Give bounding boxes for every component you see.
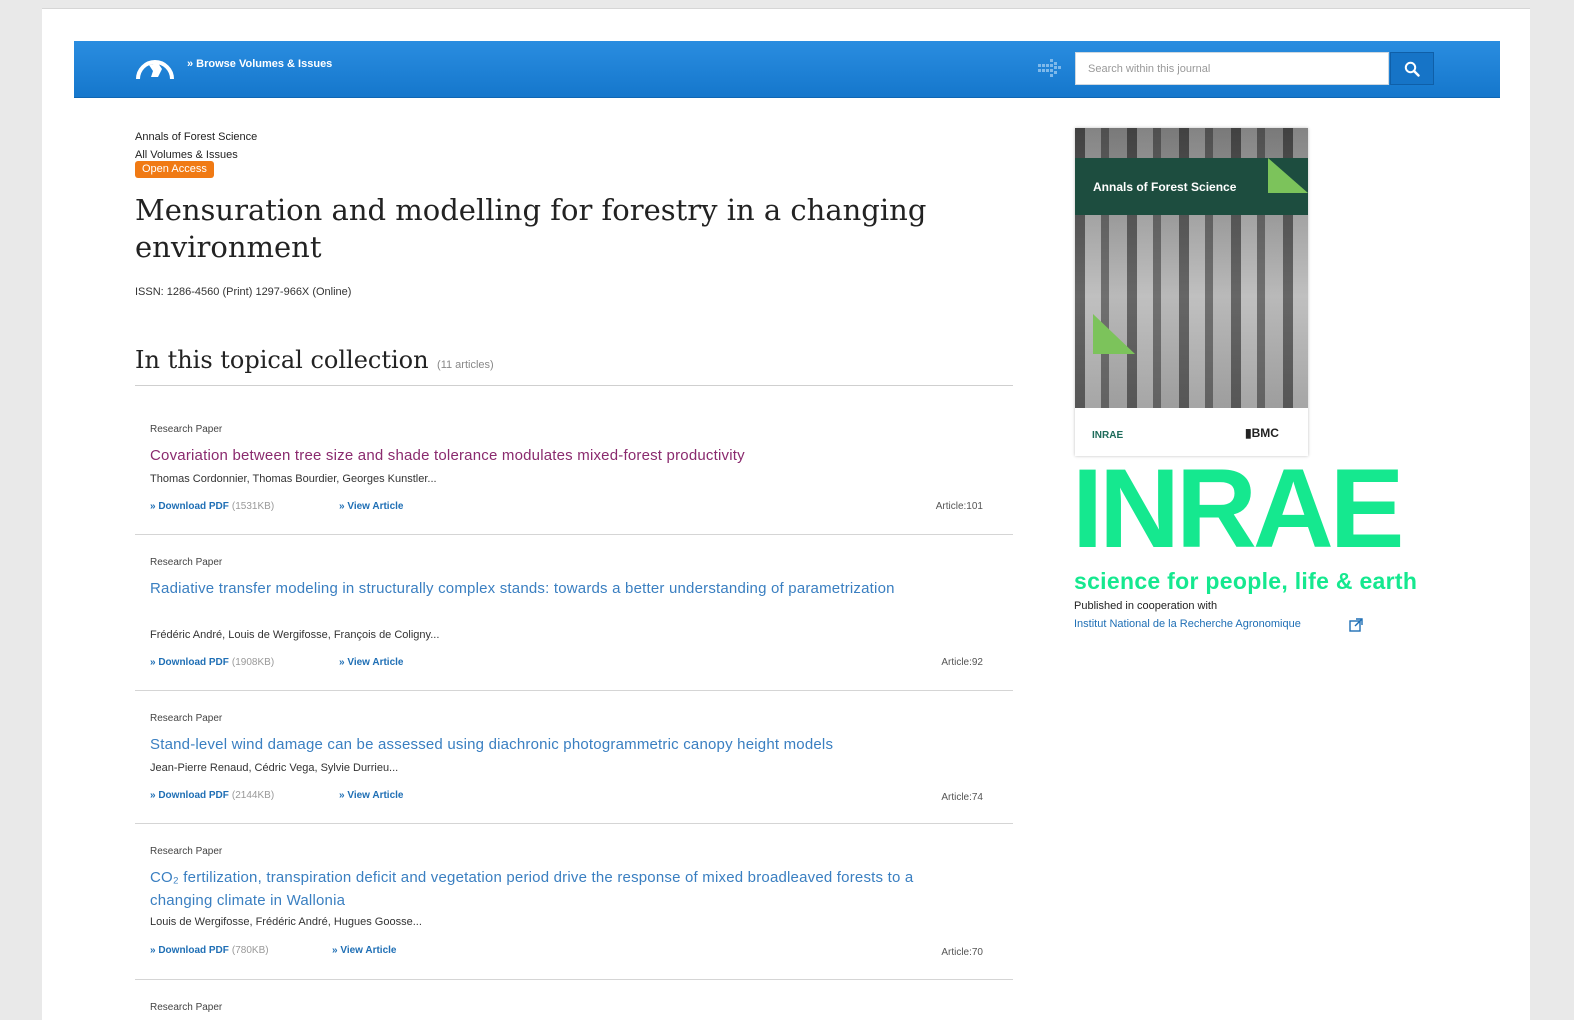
cover-triangle-icon xyxy=(1093,314,1135,354)
list-item: Research Paper Covariation between tree … xyxy=(135,386,1013,535)
pdf-size: (1908KB) xyxy=(231,657,275,668)
cover-triangle-icon xyxy=(1268,158,1308,193)
issn-info: ISSN: 1286-4560 (Print) 1297-966X (Onlin… xyxy=(135,286,352,298)
journal-search-input[interactable] xyxy=(1075,52,1389,85)
article-type: Research Paper xyxy=(150,424,223,435)
search-button[interactable] xyxy=(1390,52,1434,85)
article-authors: Thomas Cordonnier, Thomas Bourdier, Geor… xyxy=(150,473,437,485)
article-type: Research Paper xyxy=(150,713,223,724)
page-container: » Browse Volumes & Issues Annals of Fore… xyxy=(42,8,1530,1020)
list-item: Research Paper Stand-level wind damage c… xyxy=(135,691,1013,824)
article-authors: Jean-Pierre Renaud, Cédric Vega, Sylvie … xyxy=(150,762,399,774)
cover-title: Annals of Forest Science xyxy=(1093,180,1237,194)
journal-cover-image[interactable]: Annals of Forest Science INRAE ▮BMC xyxy=(1075,128,1308,456)
article-title-link[interactable]: Radiative transfer modeling in structura… xyxy=(150,577,930,600)
list-item: Research Paper xyxy=(135,980,1013,1020)
article-type: Research Paper xyxy=(150,557,223,568)
breadcrumb: Annals of Forest Science All Volumes & I… xyxy=(135,128,257,164)
article-type: Research Paper xyxy=(150,1002,223,1013)
download-pdf-link[interactable]: » Download PDF xyxy=(150,945,229,956)
collection-count: (11 articles) xyxy=(437,359,494,371)
collection-header: In this topical collection (11 articles) xyxy=(135,346,1013,386)
open-access-badge: Open Access xyxy=(135,161,214,178)
list-item: Research Paper Radiative transfer modeli… xyxy=(135,535,1013,691)
pdf-size: (2144KB) xyxy=(231,790,275,801)
pdf-size: (780KB) xyxy=(231,945,269,956)
download-pdf-link[interactable]: » Download PDF xyxy=(150,501,229,512)
inra-link[interactable]: Institut National de la Recherche Agrono… xyxy=(1074,618,1301,630)
article-actions: » Download PDF (1531KB) » View Article xyxy=(150,501,403,512)
view-article-link[interactable]: » View Article xyxy=(339,790,403,801)
inrae-logo: INRAE xyxy=(1072,446,1404,571)
search-icon xyxy=(1404,61,1420,77)
article-actions: » Download PDF (780KB) » View Article xyxy=(150,945,396,956)
springer-horse-icon[interactable] xyxy=(134,53,176,85)
article-title-link[interactable]: Covariation between tree size and shade … xyxy=(150,444,930,467)
external-link-icon[interactable] xyxy=(1349,618,1363,632)
inrae-tagline: science for people, life & earth xyxy=(1074,568,1418,594)
search-arrow-icon xyxy=(1038,59,1061,77)
article-number: Article:70 xyxy=(941,947,983,958)
article-number: Article:74 xyxy=(941,792,983,803)
article-authors: Louis de Wergifosse, Frédéric André, Hug… xyxy=(150,916,422,928)
pdf-size: (1531KB) xyxy=(231,501,275,512)
browse-volumes-link[interactable]: » Browse Volumes & Issues xyxy=(187,58,332,70)
collection-heading: In this topical collection xyxy=(135,346,429,374)
article-title-link[interactable]: CO₂ fertilization, transpiration deficit… xyxy=(150,866,930,912)
article-number: Article:92 xyxy=(941,657,983,668)
view-article-link[interactable]: » View Article xyxy=(339,501,403,512)
article-number: Article:101 xyxy=(935,501,983,512)
page-title: Mensuration and modelling for forestry i… xyxy=(135,193,927,264)
list-item: Research Paper CO₂ fertilization, transp… xyxy=(135,824,1013,980)
article-authors: Frédéric André, Louis de Wergifosse, Fra… xyxy=(150,629,440,641)
view-article-link[interactable]: » View Article xyxy=(339,657,403,668)
article-title-link[interactable]: Stand-level wind damage can be assessed … xyxy=(150,733,930,756)
cooperation-text: Published in cooperation with xyxy=(1074,600,1218,612)
download-pdf-link[interactable]: » Download PDF xyxy=(150,790,229,801)
journal-link[interactable]: Annals of Forest Science xyxy=(135,128,257,146)
view-article-link[interactable]: » View Article xyxy=(332,945,396,956)
article-type: Research Paper xyxy=(150,846,223,857)
cover-bmc-logo: ▮BMC xyxy=(1245,426,1279,440)
journal-toolbar: » Browse Volumes & Issues xyxy=(74,41,1500,98)
download-pdf-link[interactable]: » Download PDF xyxy=(150,657,229,668)
cover-inrae-logo: INRAE xyxy=(1092,430,1124,441)
article-actions: » Download PDF (2144KB) » View Article xyxy=(150,790,403,801)
article-actions: » Download PDF (1908KB) » View Article xyxy=(150,657,403,668)
